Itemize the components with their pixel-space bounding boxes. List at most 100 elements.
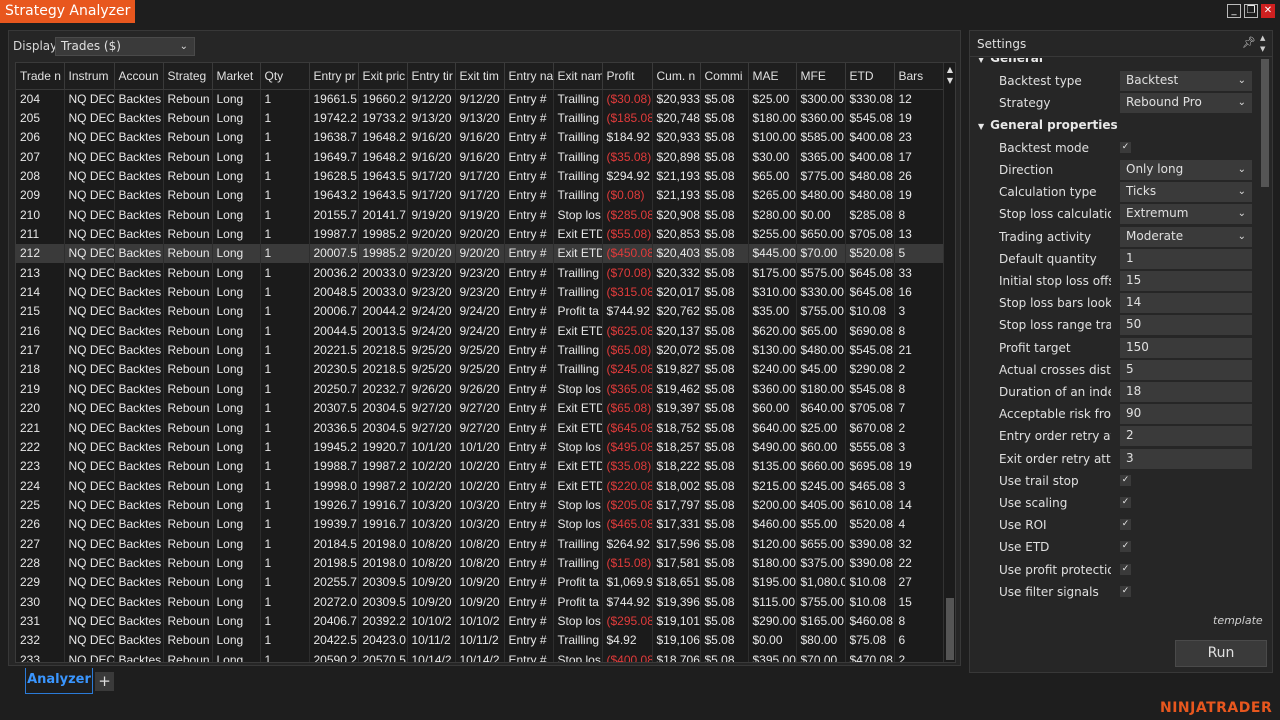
minimize-button[interactable]: _ [1227, 4, 1241, 18]
table-row[interactable]: 219 NQ DEC Backtes Reboun Long 1 20250.7 20232.… [16, 379, 950, 399]
table-row[interactable]: 211 NQ DEC Backtes Reboun Long 1 19987.7 19985.… [16, 224, 950, 244]
property-input[interactable]: 1 [1120, 248, 1252, 269]
table-row[interactable]: 209 NQ DEC Backtes Reboun Long 1 19643.2 19643.… [16, 185, 950, 206]
table-row[interactable]: 226 NQ DEC Backtes Reboun Long 1 19939.7 19916.… [16, 514, 950, 534]
property-input[interactable]: 18 [1120, 382, 1252, 402]
column-header[interactable]: Trade n [16, 63, 65, 90]
table-row[interactable]: 214 NQ DEC Backtes Reboun Long 1 20048.5 20033.… [16, 282, 950, 302]
table-row[interactable]: 230 NQ DEC Backtes Reboun Long 1 20272.0 20309.… [16, 591, 950, 612]
settings-scrollbar[interactable] [1260, 59, 1270, 603]
add-tab-button[interactable]: + [95, 672, 114, 691]
table-row[interactable]: 212 NQ DEC Backtes Reboun Long 1 20007.5 19985.… [16, 243, 950, 264]
column-header[interactable]: Entry pr [309, 63, 359, 90]
scroll-down-icon[interactable]: ▼ [1260, 45, 1265, 53]
expand-arrow-icon[interactable]: ▼ [978, 122, 984, 131]
grid-scrollbar[interactable]: ▲ ▼ [943, 63, 955, 662]
table-row[interactable]: 206 NQ DEC Backtes Reboun Long 1 19638.7 19648.… [16, 127, 950, 148]
category-header[interactable]: ▼ General properties [978, 118, 1118, 132]
table-row[interactable]: 225 NQ DEC Backtes Reboun Long 1 19926.7 19916.… [16, 495, 950, 515]
property-input[interactable]: 2 [1120, 426, 1252, 447]
property-select[interactable]: Only long ⌄ [1120, 160, 1252, 180]
table-row[interactable]: 222 NQ DEC Backtes Reboun Long 1 19945.2 19920.… [16, 437, 950, 457]
column-header[interactable]: Exit tim [455, 63, 505, 90]
category-header[interactable]: ▼ General [978, 58, 1043, 65]
table-row[interactable]: 204 NQ DEC Backtes Reboun Long 1 19661.5 19660.… [16, 89, 950, 109]
column-header[interactable]: Cum. n [652, 63, 701, 90]
table-row[interactable]: 208 NQ DEC Backtes Reboun Long 1 19628.5 19643.… [16, 166, 950, 186]
column-header[interactable]: Bars [894, 63, 950, 90]
property-input[interactable]: 150 [1120, 337, 1252, 358]
trades-grid[interactable]: Trade n Instrum Accoun Strateg Market Qty Entr… [15, 62, 956, 663]
template-link[interactable]: template [1213, 614, 1263, 627]
column-header[interactable]: Exit pric [358, 63, 408, 90]
display-select[interactable]: Trades ($) ⌄ [55, 37, 195, 56]
table-row[interactable]: 207 NQ DEC Backtes Reboun Long 1 19649.7 19648.… [16, 147, 950, 167]
table-row[interactable]: 218 NQ DEC Backtes Reboun Long 1 20230.5 20218.… [16, 359, 950, 380]
column-header[interactable]: MAE [748, 63, 797, 90]
property-input[interactable]: 50 [1120, 315, 1252, 336]
table-row[interactable]: 217 NQ DEC Backtes Reboun Long 1 20221.5 20218.… [16, 340, 950, 360]
table-row[interactable]: 228 NQ DEC Backtes Reboun Long 1 20198.5 20198.… [16, 553, 950, 573]
property-input[interactable]: 90 [1120, 404, 1252, 425]
table-row[interactable]: 220 NQ DEC Backtes Reboun Long 1 20307.5 20304.… [16, 398, 950, 418]
table-row[interactable]: 205 NQ DEC Backtes Reboun Long 1 19742.2 19733.… [16, 108, 950, 128]
property-select[interactable]: Ticks ⌄ [1120, 182, 1252, 203]
property-input[interactable]: 3 [1120, 448, 1252, 469]
property-select[interactable]: Extremum ⌄ [1120, 204, 1252, 225]
table-row[interactable]: 229 NQ DEC Backtes Reboun Long 1 20255.7 20309.… [16, 572, 950, 592]
property-checkbox[interactable]: ✓ [1120, 585, 1131, 597]
table-row[interactable]: 224 NQ DEC Backtes Reboun Long 1 19998.0 19987.… [16, 475, 950, 496]
pin-icon[interactable]: 📌︎ [1242, 36, 1256, 49]
property-checkbox[interactable]: ✓ [1120, 474, 1131, 486]
property-select[interactable]: Moderate ⌄ [1120, 226, 1252, 247]
table-row[interactable]: 216 NQ DEC Backtes Reboun Long 1 20044.5 20013.… [16, 321, 950, 341]
expand-arrow-icon[interactable]: ▼ [978, 58, 984, 64]
table-cell: $460.00 [748, 514, 797, 534]
property-input[interactable]: 5 [1120, 359, 1252, 380]
column-header[interactable]: Strateg [163, 63, 213, 90]
property-checkbox[interactable]: ✓ [1120, 497, 1131, 508]
property-input[interactable]: 15 [1120, 271, 1252, 291]
column-header[interactable]: Market [212, 63, 261, 90]
column-header[interactable]: Profit [602, 63, 653, 90]
column-header[interactable]: Commi [700, 63, 749, 90]
property-checkbox[interactable]: ✓ [1120, 563, 1131, 575]
scrollbar-thumb[interactable] [1261, 59, 1269, 187]
table-row[interactable]: 233 NQ DEC Backtes Reboun Long 1 20590.2 20570.… [16, 649, 950, 662]
property-checkbox[interactable]: ✓ [1120, 141, 1131, 153]
table-row[interactable]: 231 NQ DEC Backtes Reboun Long 1 20406.7 20392.… [16, 611, 950, 631]
scroll-up-icon[interactable]: ▲ [944, 65, 955, 74]
table-row[interactable]: 223 NQ DEC Backtes Reboun Long 1 19988.7 19987.… [16, 456, 950, 476]
table-cell: $18,706 [652, 649, 701, 662]
run-button[interactable]: Run [1175, 640, 1267, 667]
property-input[interactable]: 14 [1120, 293, 1252, 314]
table-row[interactable]: 210 NQ DEC Backtes Reboun Long 1 20155.7 20141.… [16, 205, 950, 225]
column-header[interactable]: Instrum [64, 63, 115, 90]
column-header[interactable]: Exit nam [553, 63, 603, 90]
table-cell: 19742.2 [309, 108, 359, 128]
property-select[interactable]: Backtest ⌄ [1120, 71, 1252, 92]
column-header[interactable]: MFE [796, 63, 846, 90]
table-row[interactable]: 221 NQ DEC Backtes Reboun Long 1 20336.5 20304.… [16, 417, 950, 438]
column-header[interactable]: Entry na [504, 63, 554, 90]
column-header[interactable]: ETD [845, 63, 895, 90]
property-select[interactable]: Rebound Pro ⌄ [1120, 93, 1252, 114]
scrollbar-thumb[interactable] [946, 598, 954, 660]
scroll-up-icon[interactable]: ▲ [1260, 34, 1265, 42]
close-button[interactable]: ✕ [1261, 4, 1275, 18]
table-row[interactable]: 215 NQ DEC Backtes Reboun Long 1 20006.7 20044.… [16, 301, 950, 322]
property-checkbox[interactable]: ✓ [1120, 519, 1131, 531]
column-header[interactable]: Accoun [114, 63, 164, 90]
tab-analyzer[interactable]: Analyzer [25, 668, 93, 694]
table-row[interactable]: 232 NQ DEC Backtes Reboun Long 1 20422.5 20423.… [16, 630, 950, 650]
table-row[interactable]: 213 NQ DEC Backtes Reboun Long 1 20036.2 20033.… [16, 263, 950, 283]
restore-button[interactable]: ❐ [1244, 4, 1258, 18]
property-checkbox[interactable]: ✓ [1120, 541, 1131, 553]
scroll-down-icon[interactable]: ▼ [944, 76, 955, 85]
table-cell: 9/24/20 [455, 321, 505, 341]
column-header[interactable]: Qty [260, 63, 310, 90]
column-header[interactable]: Entry tir [407, 63, 456, 90]
table-cell: $460.08 [845, 611, 895, 631]
table-cell: $5.08 [700, 301, 749, 322]
table-row[interactable]: 227 NQ DEC Backtes Reboun Long 1 20184.5 20198.… [16, 533, 950, 554]
